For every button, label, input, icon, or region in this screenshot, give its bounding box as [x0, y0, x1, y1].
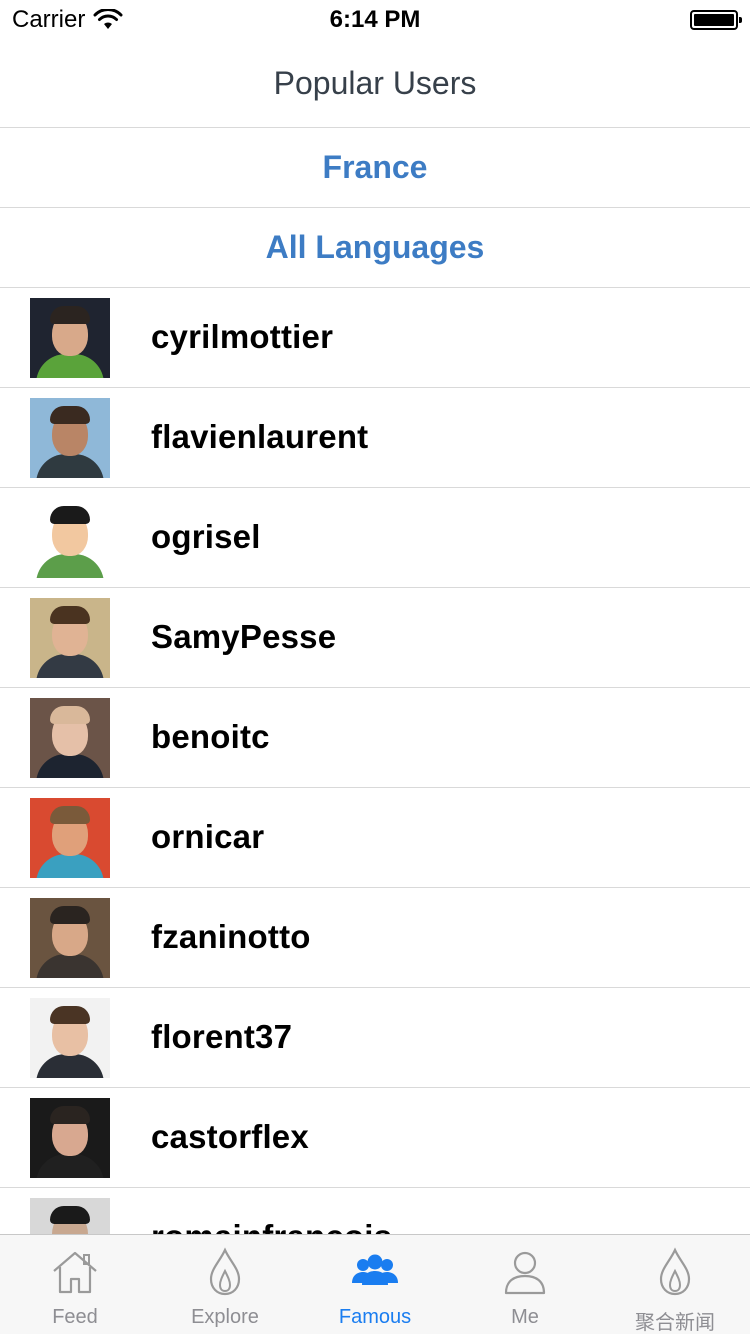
avatar — [30, 698, 110, 778]
status-time: 6:14 PM — [329, 6, 421, 33]
user-row[interactable]: ornicar — [0, 788, 750, 888]
tab-label: Feed — [52, 1306, 98, 1328]
avatar — [30, 298, 110, 378]
user-list[interactable]: cyrilmottier flavienlaurent ogrisel SamyPes… — [0, 288, 750, 1234]
person-icon — [500, 1235, 550, 1302]
username: cyrilmottier — [151, 318, 334, 355]
username: benoitc — [151, 718, 270, 755]
navigation-bar: Popular Users — [0, 40, 750, 128]
tab-bar: Feed Explore Famous Me 聚合新闻 — [0, 1234, 750, 1334]
country-filter-label: France — [322, 149, 428, 185]
user-row[interactable]: cyrilmottier — [0, 288, 750, 388]
avatar — [30, 1098, 110, 1178]
avatar — [30, 598, 110, 678]
home-icon — [50, 1235, 100, 1302]
username: romainfrancois — [151, 1218, 392, 1234]
user-row[interactable]: fzaninotto — [0, 888, 750, 988]
flame-icon — [650, 1235, 700, 1302]
tab-news[interactable]: 聚合新闻 — [600, 1235, 750, 1334]
username: castorflex — [151, 1118, 309, 1155]
user-row[interactable]: romainfrancois — [0, 1188, 750, 1234]
tab-label: 聚合新闻 — [635, 1312, 715, 1334]
battery-icon — [690, 10, 742, 30]
username: florent37 — [151, 1018, 293, 1055]
tab-famous[interactable]: Famous — [300, 1235, 450, 1334]
flame-icon — [200, 1235, 250, 1302]
tab-explore[interactable]: Explore — [150, 1235, 300, 1334]
avatar — [30, 398, 110, 478]
avatar — [30, 498, 110, 578]
tab-label: Famous — [338, 1306, 412, 1328]
user-row[interactable]: ogrisel — [0, 488, 750, 588]
language-filter-button[interactable]: All Languages — [0, 208, 750, 288]
username: ornicar — [151, 818, 265, 855]
user-row[interactable]: benoitc — [0, 688, 750, 788]
user-row[interactable]: florent37 — [0, 988, 750, 1088]
group-icon — [350, 1235, 400, 1302]
username: fzaninotto — [151, 918, 311, 955]
tab-feed[interactable]: Feed — [0, 1235, 150, 1334]
username: flavienlaurent — [151, 418, 369, 455]
language-filter-label: All Languages — [265, 229, 485, 265]
avatar — [30, 798, 110, 878]
tab-me[interactable]: Me — [450, 1235, 600, 1334]
tab-label: Explore — [191, 1306, 259, 1328]
user-row[interactable]: flavienlaurent — [0, 388, 750, 488]
username: ogrisel — [151, 518, 261, 555]
username: SamyPesse — [151, 618, 337, 655]
user-row[interactable]: SamyPesse — [0, 588, 750, 688]
avatar — [30, 898, 110, 978]
avatar — [30, 1198, 110, 1234]
country-filter-button[interactable]: France — [0, 128, 750, 208]
status-bar: Carrier 6:14 PM — [0, 0, 750, 40]
user-row[interactable]: castorflex — [0, 1088, 750, 1188]
tab-label: Me — [511, 1306, 539, 1328]
avatar — [30, 998, 110, 1078]
page-title: Popular Users — [273, 65, 477, 101]
